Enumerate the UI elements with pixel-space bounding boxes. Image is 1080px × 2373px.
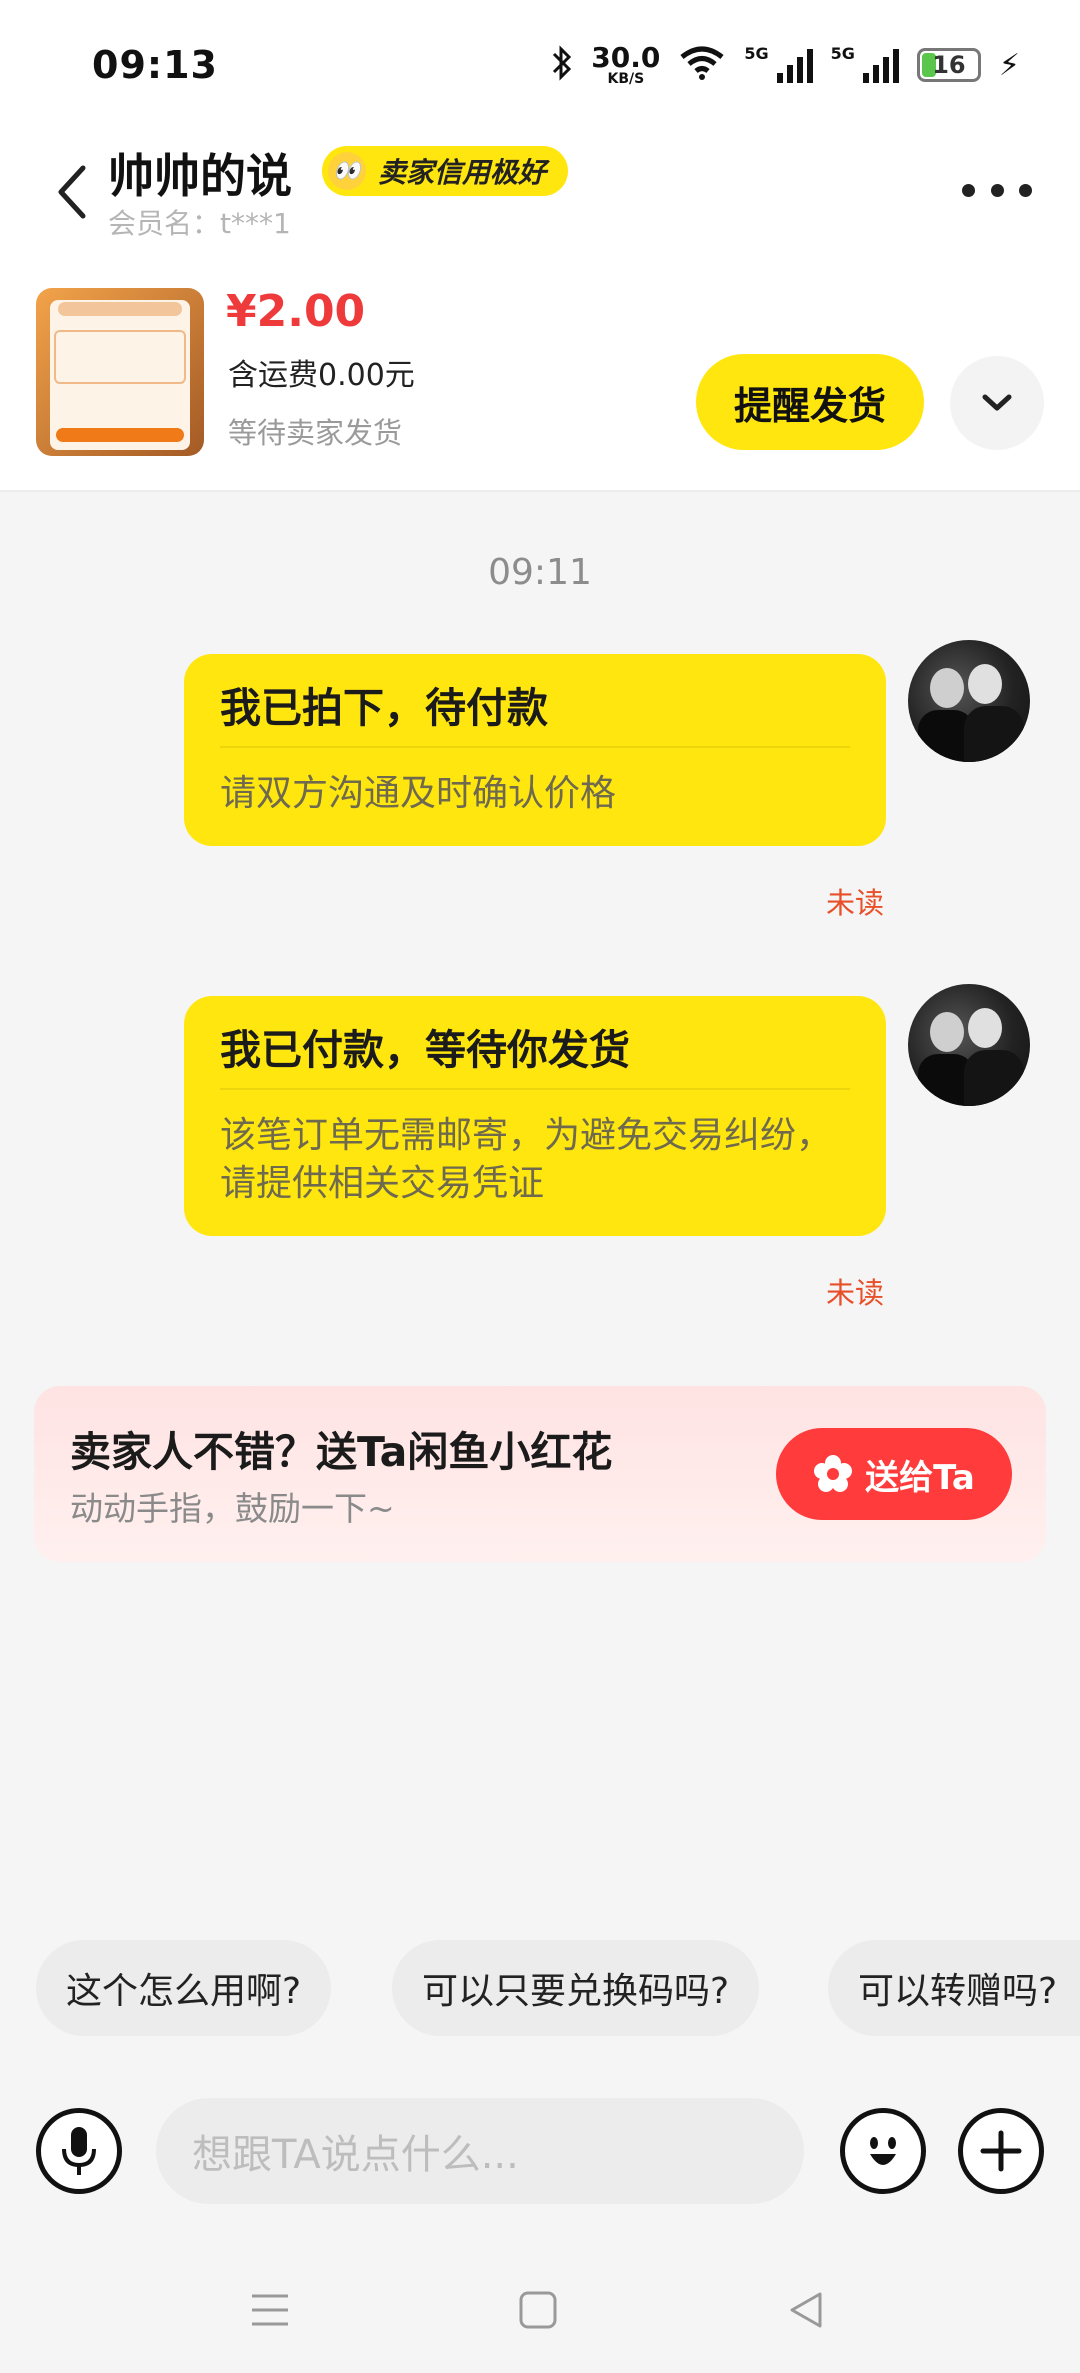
chevron-left-icon — [58, 165, 86, 219]
read-status: 未读 — [825, 886, 884, 920]
dot-icon — [990, 183, 1004, 197]
signal-icon — [776, 47, 813, 83]
plus-icon — [980, 2130, 1022, 2172]
dot-icon — [1019, 183, 1032, 197]
smiley-icon — [870, 2137, 896, 2165]
message-bubble[interactable]: 我已拍下，待付款 请双方沟通及时确认价格 — [184, 654, 886, 846]
credit-badge-label: 卖家信用极好 — [378, 156, 547, 189]
flower-card-title: 卖家人不错？送Ta闲鱼小红花 — [70, 1428, 613, 1476]
chat-timestamp: 09:11 — [488, 552, 592, 593]
back-button[interactable] — [48, 152, 98, 232]
read-status: 未读 — [825, 1276, 884, 1310]
message-body: 该笔订单无需邮寄，为避免交易纠纷，请提供相关交易凭证 — [220, 1115, 833, 1204]
dot-icon — [962, 183, 975, 197]
emoji-button[interactable] — [840, 2108, 926, 2194]
system-nav-bar — [0, 2250, 1080, 2373]
charging-icon: ⚡ — [998, 47, 1020, 83]
flower-icon — [814, 1455, 853, 1492]
seller-name[interactable]: 帅帅的说 — [108, 140, 292, 206]
input-bar: 想跟TA说点什么... — [0, 2080, 1080, 2220]
product-thumbnail[interactable] — [36, 288, 204, 456]
flower-card-subtitle: 动动手指，鼓励一下~ — [70, 1489, 395, 1528]
order-status: 等待卖家发货 — [228, 416, 403, 450]
message-title: 我已付款，等待你发货 — [220, 1022, 850, 1090]
remind-ship-button[interactable]: 提醒发货 — [696, 354, 924, 450]
avatar[interactable] — [908, 984, 1030, 1106]
status-time: 09:13 — [92, 43, 218, 87]
credit-badge[interactable]: 👀 卖家信用极好 — [322, 146, 569, 196]
avatar[interactable] — [908, 640, 1030, 762]
message-bubble[interactable]: 我已付款，等待你发货 该笔订单无需邮寄，为避免交易纠纷，请提供相关交易凭证 — [184, 996, 886, 1236]
quick-replies: 这个怎么用啊? 可以只要兑换码吗? 可以转赠吗? — [0, 1940, 1080, 2038]
chevron-down-icon — [982, 394, 1012, 411]
status-bar: 09:13 30.0 KB/S 5G 5G 16 ⚡ — [0, 0, 1080, 130]
more-actions-button[interactable] — [958, 2108, 1044, 2194]
square-icon — [519, 2291, 557, 2329]
net-speed: 30.0 KB/S — [591, 41, 661, 87]
voice-button[interactable] — [36, 2108, 122, 2194]
menu-icon — [252, 2294, 288, 2326]
signal-icon — [862, 47, 899, 83]
message-input[interactable]: 想跟TA说点什么... — [156, 2098, 804, 2204]
flower-card: 卖家人不错？送Ta闲鱼小红花 动动手指，鼓励一下~ 送给Ta — [34, 1386, 1046, 1562]
battery-icon: 16 — [916, 48, 981, 82]
microphone-icon — [62, 2127, 96, 2175]
quick-reply-chip[interactable]: 可以转赠吗? — [828, 1940, 1080, 2036]
send-flower-button[interactable]: 送给Ta — [776, 1428, 1012, 1520]
back-nav-button[interactable] — [776, 2280, 836, 2340]
message-body: 请双方沟通及时确认价格 — [220, 773, 617, 814]
eyes-emoji-icon: 👀 — [328, 152, 366, 190]
message-title: 我已拍下，待付款 — [220, 680, 850, 748]
network-type: 5G — [744, 43, 769, 63]
wifi-icon — [678, 45, 726, 85]
shipping-fee: 含运费0.00元 — [228, 358, 415, 393]
menu-nav-button[interactable] — [240, 2280, 300, 2340]
triangle-back-icon — [790, 2292, 822, 2328]
network-type: 5G — [830, 43, 855, 63]
product-card[interactable]: ¥2.00 含运费0.00元 等待卖家发货 提醒发货 — [0, 280, 1080, 492]
chat-area[interactable]: 09:11 我已拍下，待付款 请双方沟通及时确认价格 未读 我已付款，等待你发货… — [0, 494, 1080, 1954]
member-name: 会员名：t***1 — [108, 207, 291, 240]
expand-button[interactable] — [950, 356, 1044, 450]
more-options-button[interactable] — [962, 170, 1032, 210]
send-flower-label: 送给Ta — [865, 1457, 975, 1498]
quick-reply-chip[interactable]: 这个怎么用啊? — [36, 1940, 332, 2036]
quick-reply-chip[interactable]: 可以只要兑换码吗? — [392, 1940, 760, 2036]
product-price: ¥2.00 — [226, 286, 366, 337]
status-icons: 30.0 KB/S 5G 5G 16 ⚡ — [551, 44, 1020, 86]
bluetooth-icon — [551, 45, 573, 85]
chat-header: 帅帅的说 👀 卖家信用极好 会员名：t***1 — [0, 130, 1080, 280]
home-nav-button[interactable] — [508, 2280, 568, 2340]
